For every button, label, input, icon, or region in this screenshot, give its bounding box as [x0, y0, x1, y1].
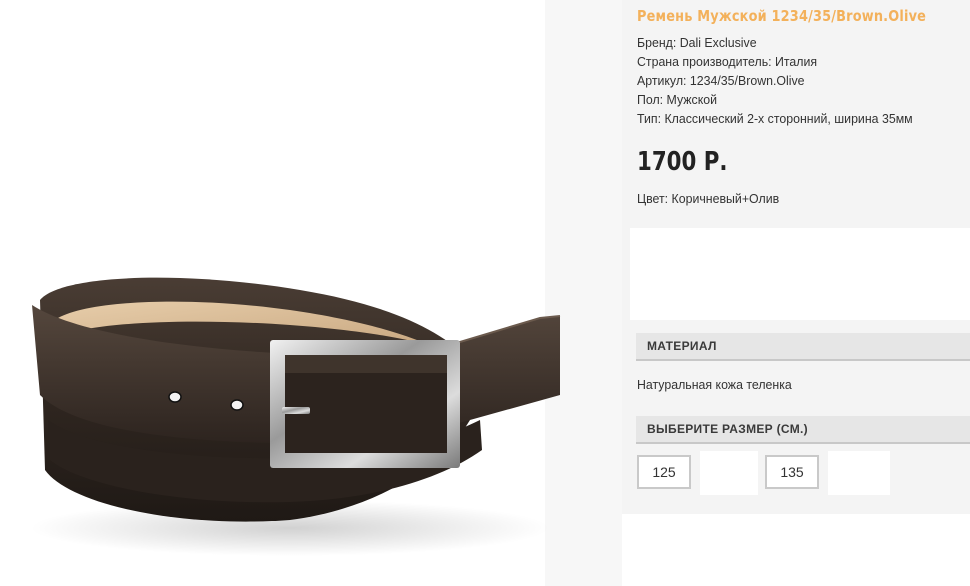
product-color: Цвет: Коричневый+Олив — [637, 191, 780, 206]
product-title: Ремень Мужской 1234/35/Brown.Olive — [637, 7, 927, 25]
product-specs-list: Бренд: Dali Exclusive Страна производите… — [637, 33, 913, 128]
size-section-header: ВЫБЕРИТЕ РАЗМЕР (СМ.) — [636, 416, 970, 444]
belt-hole — [168, 391, 182, 403]
size-option-135[interactable]: 135 — [765, 455, 819, 489]
buckle-inner-strap — [285, 355, 447, 373]
spec-gender: Пол: Мужской — [637, 92, 718, 107]
belt-product-image[interactable] — [0, 0, 622, 586]
size-option-125[interactable]: 125 — [637, 455, 691, 489]
material-header-label: МАТЕРИАЛ — [647, 339, 717, 353]
spec-country: Страна производитель: Италия — [637, 54, 818, 69]
product-info-panel: Ремень Мужской 1234/35/Brown.Olive Бренд… — [622, 0, 970, 586]
belt-hole — [230, 399, 244, 411]
spec-article: Артикул: 1234/35/Brown.Olive — [637, 73, 805, 88]
spec-type: Тип: Классический 2-х сторонний, ширина … — [637, 111, 913, 126]
size-option-placeholder — [828, 451, 890, 495]
product-image-area — [0, 0, 622, 586]
product-price: 1700 Р. — [637, 147, 728, 177]
spec-brand: Бренд: Dali Exclusive — [637, 35, 757, 50]
panel-bottom-area — [622, 514, 970, 586]
material-section-header: МАТЕРИАЛ — [636, 333, 970, 361]
color-swatch-area — [630, 228, 970, 320]
material-description: Натуральная кожа теленка — [637, 377, 792, 392]
size-header-label: ВЫБЕРИТЕ РАЗМЕР (СМ.) — [647, 422, 808, 436]
size-option-placeholder — [700, 451, 758, 495]
buckle-prong — [282, 407, 310, 414]
